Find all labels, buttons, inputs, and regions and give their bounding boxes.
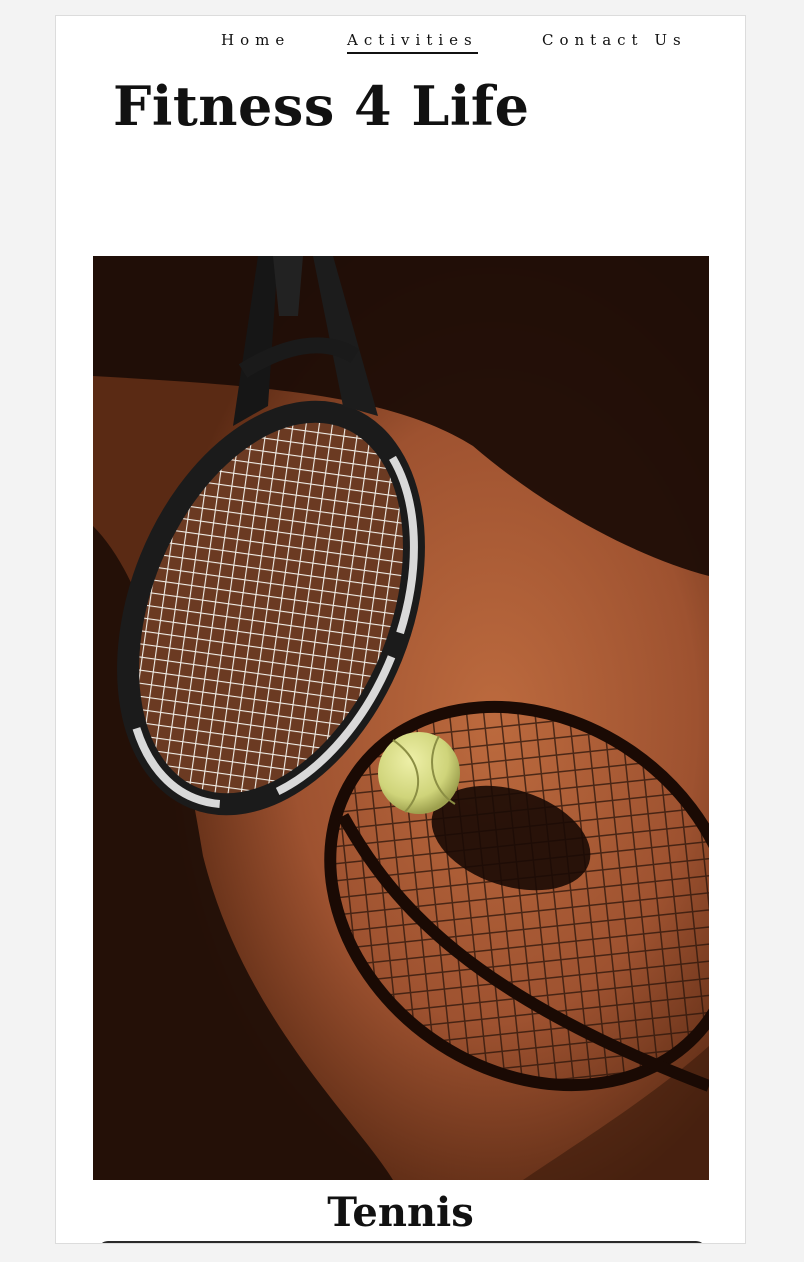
- tennis-hero-image: [93, 256, 709, 1180]
- activity-title: Tennis: [327, 1189, 474, 1236]
- nav-activities-link[interactable]: Activities: [347, 30, 478, 54]
- nav-contact-link[interactable]: Contact Us: [542, 30, 687, 50]
- nav-home-link[interactable]: Home: [221, 30, 290, 50]
- content-card-edge: [98, 1241, 706, 1243]
- site-title: Fitness 4 Life: [113, 74, 530, 138]
- tennis-photo: [93, 256, 709, 1180]
- browser-viewport: Home Activities Contact Us Fitness 4 Lif…: [0, 0, 804, 1262]
- page: Home Activities Contact Us Fitness 4 Lif…: [55, 15, 746, 1244]
- top-nav: Home Activities Contact Us: [56, 30, 745, 54]
